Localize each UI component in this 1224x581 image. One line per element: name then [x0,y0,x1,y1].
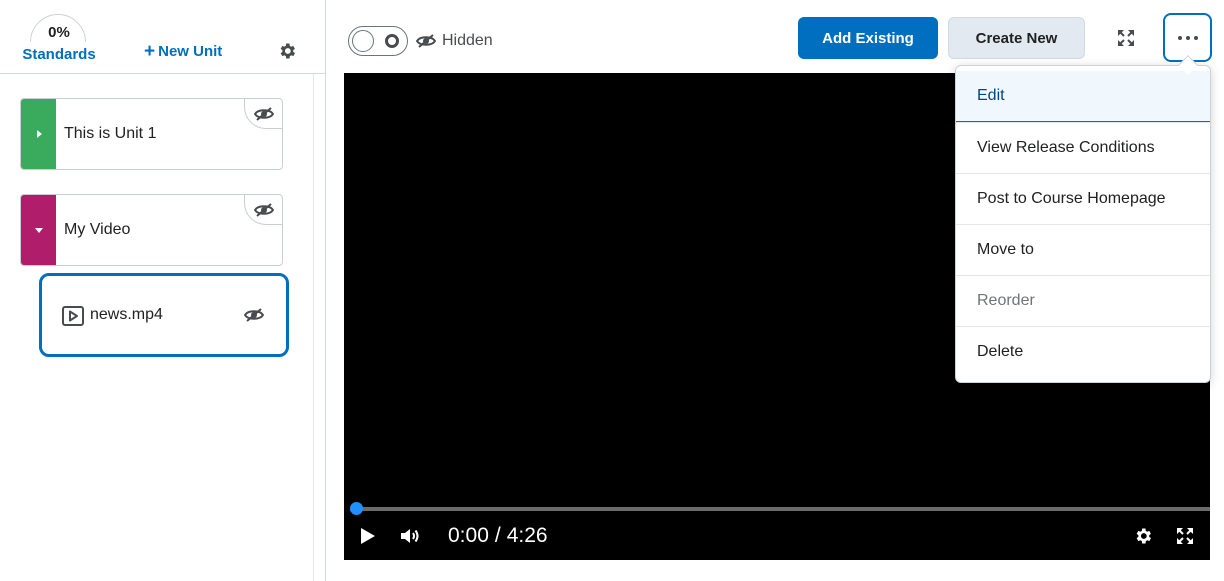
sidebar: 0% Standards + New Unit This is Unit 1 M… [0,0,326,581]
standards-percent: 0% [48,24,70,41]
new-unit-button[interactable]: + New Unit [144,40,222,62]
menu-item-delete[interactable]: Delete [956,326,1210,377]
sidebar-scrollbar[interactable] [313,74,314,581]
plus-icon: + [144,40,156,62]
unit-color-strip[interactable] [21,195,56,265]
unit-title: My Video [64,221,131,238]
topic-item-news-mp4[interactable]: news.mp4 [39,273,289,357]
unit-title: This is Unit 1 [64,125,157,142]
video-time: 0:00 / 4:26 [448,524,548,548]
video-progress-bar[interactable] [350,502,1210,515]
add-existing-button[interactable]: Add Existing [798,17,938,59]
play-button[interactable] [358,524,378,548]
unit-visibility[interactable] [244,99,282,129]
toggle-off-indicator [385,34,399,48]
visibility-toggle[interactable] [348,26,408,56]
more-actions-menu: Edit View Release Conditions Post to Cou… [955,65,1211,383]
eye-hidden-icon[interactable] [244,307,264,323]
menu-item-edit[interactable]: Edit [956,71,1210,122]
unit-card-unit-1[interactable]: This is Unit 1 [20,98,283,170]
menu-item-reorder: Reorder [956,275,1210,326]
video-icon [62,306,84,326]
visibility-status: Hidden [416,30,493,52]
topic-title: news.mp4 [90,306,163,323]
new-unit-label: New Unit [158,42,223,60]
gear-icon [280,43,295,59]
fullscreen-button[interactable] [1112,24,1140,52]
video-current-time: 0:00 [448,524,489,547]
unit-color-strip[interactable] [21,99,56,169]
volume-button[interactable] [399,524,421,548]
caret-down-icon [34,228,43,233]
video-time-separator: / [494,524,501,547]
sidebar-header: 0% Standards + New Unit [0,0,326,74]
menu-item-post-to-course-homepage[interactable]: Post to Course Homepage [956,173,1210,224]
volume-icon [401,529,419,543]
unit-visibility[interactable] [244,195,282,225]
more-horizontal-icon [1177,35,1198,40]
menu-item-view-release-conditions[interactable]: View Release Conditions [956,122,1210,173]
caret-right-icon [36,130,42,138]
eye-hidden-icon [253,202,274,217]
visibility-status-label: Hidden [442,32,493,49]
unit-card-my-video[interactable]: My Video [20,194,283,266]
expand-icon [1118,30,1134,46]
video-settings-button[interactable] [1132,524,1154,548]
play-icon [361,528,375,544]
video-progress-handle[interactable] [350,502,363,515]
standards-progress[interactable]: 0% Standards [20,12,98,64]
standards-label[interactable]: Standards [20,46,98,63]
create-new-button[interactable]: Create New [948,17,1085,59]
video-fullscreen-button[interactable] [1174,524,1196,548]
video-duration: 4:26 [506,524,548,547]
expand-icon [1177,528,1193,544]
toggle-knob [352,30,374,52]
eye-hidden-icon [416,34,436,48]
gear-icon [1136,528,1151,544]
settings-button[interactable] [274,38,300,64]
eye-hidden-icon [253,106,274,121]
menu-item-move-to[interactable]: Move to [956,224,1210,275]
